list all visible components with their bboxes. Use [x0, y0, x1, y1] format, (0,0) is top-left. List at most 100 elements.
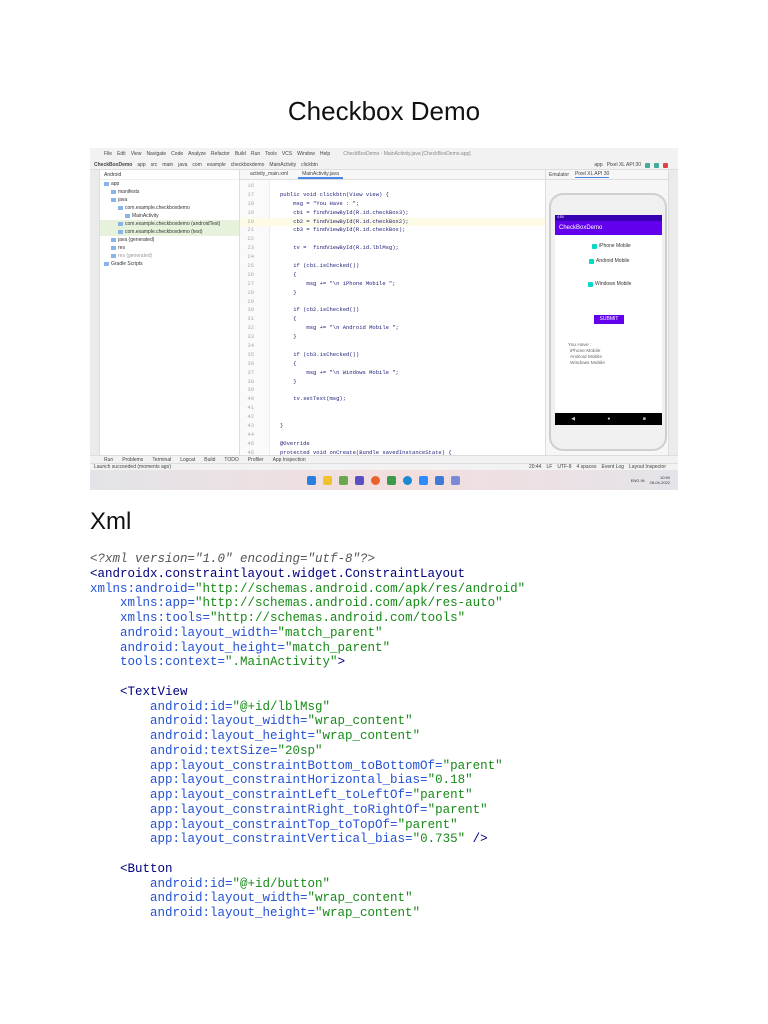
xml-token: android:layout_width= — [90, 625, 278, 640]
bottom-tab: App Inspection — [272, 456, 306, 463]
xml-line: app:layout_constraintBottom_toBottomOf="… — [90, 759, 525, 774]
project-view-selector: Android — [104, 171, 122, 178]
code-text: { — [280, 270, 297, 278]
tree-item-label: java — [118, 197, 128, 203]
line-number: 21 — [247, 226, 254, 234]
line-number: 41 — [247, 404, 254, 412]
folder-icon — [104, 181, 109, 186]
menu-item: Help — [319, 151, 331, 157]
editor-tab: MainActivity.java — [298, 170, 343, 179]
app-bar-title: CheckBoxDemo — [555, 221, 662, 235]
phone-nav-bar: ◀ ● ■ — [555, 413, 662, 425]
code-line: 26 { — [240, 271, 545, 280]
code-editor: activity_main.xml MainActivity.java 16 17 p… — [240, 170, 545, 456]
xml-line: app:layout_constraintTop_toTopOf="parent… — [90, 818, 525, 833]
menu-item: Refactor — [210, 151, 230, 157]
xml-line: android:layout_width="wrap_content" — [90, 891, 525, 906]
folder-icon — [111, 197, 116, 202]
code-line: 41 — [240, 404, 545, 413]
line-number: 26 — [247, 270, 254, 278]
firefox-icon — [371, 475, 380, 485]
menu-item: Edit — [117, 151, 126, 157]
code-text: @Override — [280, 439, 310, 447]
project-panel: Android app manifests java com.example.chec… — [100, 170, 240, 455]
phone-frame: 4:50 CheckBoxDemo iPhone Mobile Android … — [549, 193, 667, 451]
xml-token: "@+id/button" — [232, 876, 331, 891]
code-line: 40 tv.setText(msg); — [240, 395, 545, 404]
tree-item: app — [100, 180, 239, 188]
tree-item: Gradle Scripts — [100, 260, 239, 268]
xml-token: "http://schemas.android.com/tools" — [210, 611, 466, 625]
start-icon — [307, 475, 316, 485]
line-number: 18 — [247, 199, 254, 207]
android-studio-icon — [435, 475, 444, 485]
breadcrumb-item: checkboxdemo — [230, 161, 265, 168]
xml-line: <Button — [90, 862, 525, 877]
xml-token: "parent" — [412, 788, 473, 802]
xml-token: app:layout_constraintLeft_toLeftOf= — [90, 788, 413, 802]
menu-item: Window — [297, 151, 315, 157]
xml-token: android:textSize= — [90, 743, 278, 758]
device-tab: Pixel XL API 30 — [575, 171, 610, 178]
xml-token: app:layout_constraintVertical_bias= — [90, 832, 413, 847]
xml-token: "parent" — [397, 817, 458, 832]
line-number: 22 — [247, 235, 254, 243]
line-number: 27 — [247, 279, 254, 287]
code-line: 16 — [240, 182, 545, 191]
folder-icon — [118, 205, 123, 210]
right-tool-strip — [668, 170, 678, 455]
bottom-tab: Terminal — [152, 456, 172, 463]
breadcrumb: CheckBoxDemo app src main java com example chec… — [90, 160, 678, 170]
checkbox-android: Android Mobile — [589, 258, 629, 264]
windows-taskbar: ENG IN 10:50 28-04-2022 — [90, 470, 678, 490]
xml-line: xmlns:app="http://schemas.android.com/ap… — [90, 596, 525, 611]
xml-line: <TextView — [90, 685, 525, 700]
tree-item: com.example.checkboxdemo (test) — [100, 228, 239, 236]
emulator-tab: Emulator — [549, 171, 570, 178]
line-number: 44 — [247, 430, 254, 438]
xml-token: ".MainActivity" — [225, 655, 338, 670]
edge-icon — [403, 475, 412, 485]
xml-line: android:id="@+id/button" — [90, 877, 525, 892]
menu-bar: File Edit View Navigate Code Analyze Refactor B… — [90, 148, 678, 160]
file-explorer-icon — [323, 475, 332, 485]
system-tray: ENG IN 10:50 28-04-2022 — [630, 475, 670, 485]
code-text: public void clickbtn(View view) { — [280, 190, 389, 198]
xml-token: "http://schemas.android.com/apk/res-auto… — [195, 596, 503, 611]
xml-token: xmlns:app= — [90, 596, 196, 611]
code-line: 24 — [240, 253, 545, 262]
tree-item-label: com.example.checkboxdemo (test) — [125, 229, 203, 235]
back-icon: ◀ — [571, 416, 576, 422]
code-line: 44 — [240, 431, 545, 440]
line-number: 33 — [247, 333, 254, 341]
line-number: 28 — [247, 288, 254, 296]
xml-token: "parent" — [442, 758, 503, 773]
editor-tabs: activity_main.xml MainActivity.java — [240, 170, 545, 180]
xml-token: "http://schemas.android.com/apk/res/andr… — [195, 581, 526, 596]
xml-token: app:layout_constraintBottom_toBottomOf= — [90, 758, 443, 773]
xml-token: "wrap_content" — [315, 906, 421, 920]
line-number: 39 — [247, 386, 254, 394]
code-text: { — [280, 359, 297, 367]
tree-item-label: res — [118, 245, 125, 251]
tree-item-label: java (generated) — [118, 237, 155, 243]
xml-token: app:layout_constraintHorizontal_bias= — [90, 773, 428, 788]
xml-token: /> — [465, 832, 488, 847]
code-text: { — [280, 315, 297, 323]
bottom-tab: Build — [204, 456, 216, 463]
breadcrumb-item: app — [137, 161, 146, 168]
xml-token: xmlns:tools= — [90, 611, 211, 625]
xml-token: "0.735" — [412, 832, 466, 847]
tree-item-label: com.example.checkboxdemo — [125, 205, 190, 211]
tree-item: com.example.checkboxdemo — [100, 204, 239, 212]
menu-item: Analyze — [188, 151, 206, 157]
code-line: 23 tv = findViewById(R.id.lblMsg); — [240, 244, 545, 253]
tree-item: manifests — [100, 188, 239, 196]
xml-token: android:id= — [90, 699, 233, 714]
